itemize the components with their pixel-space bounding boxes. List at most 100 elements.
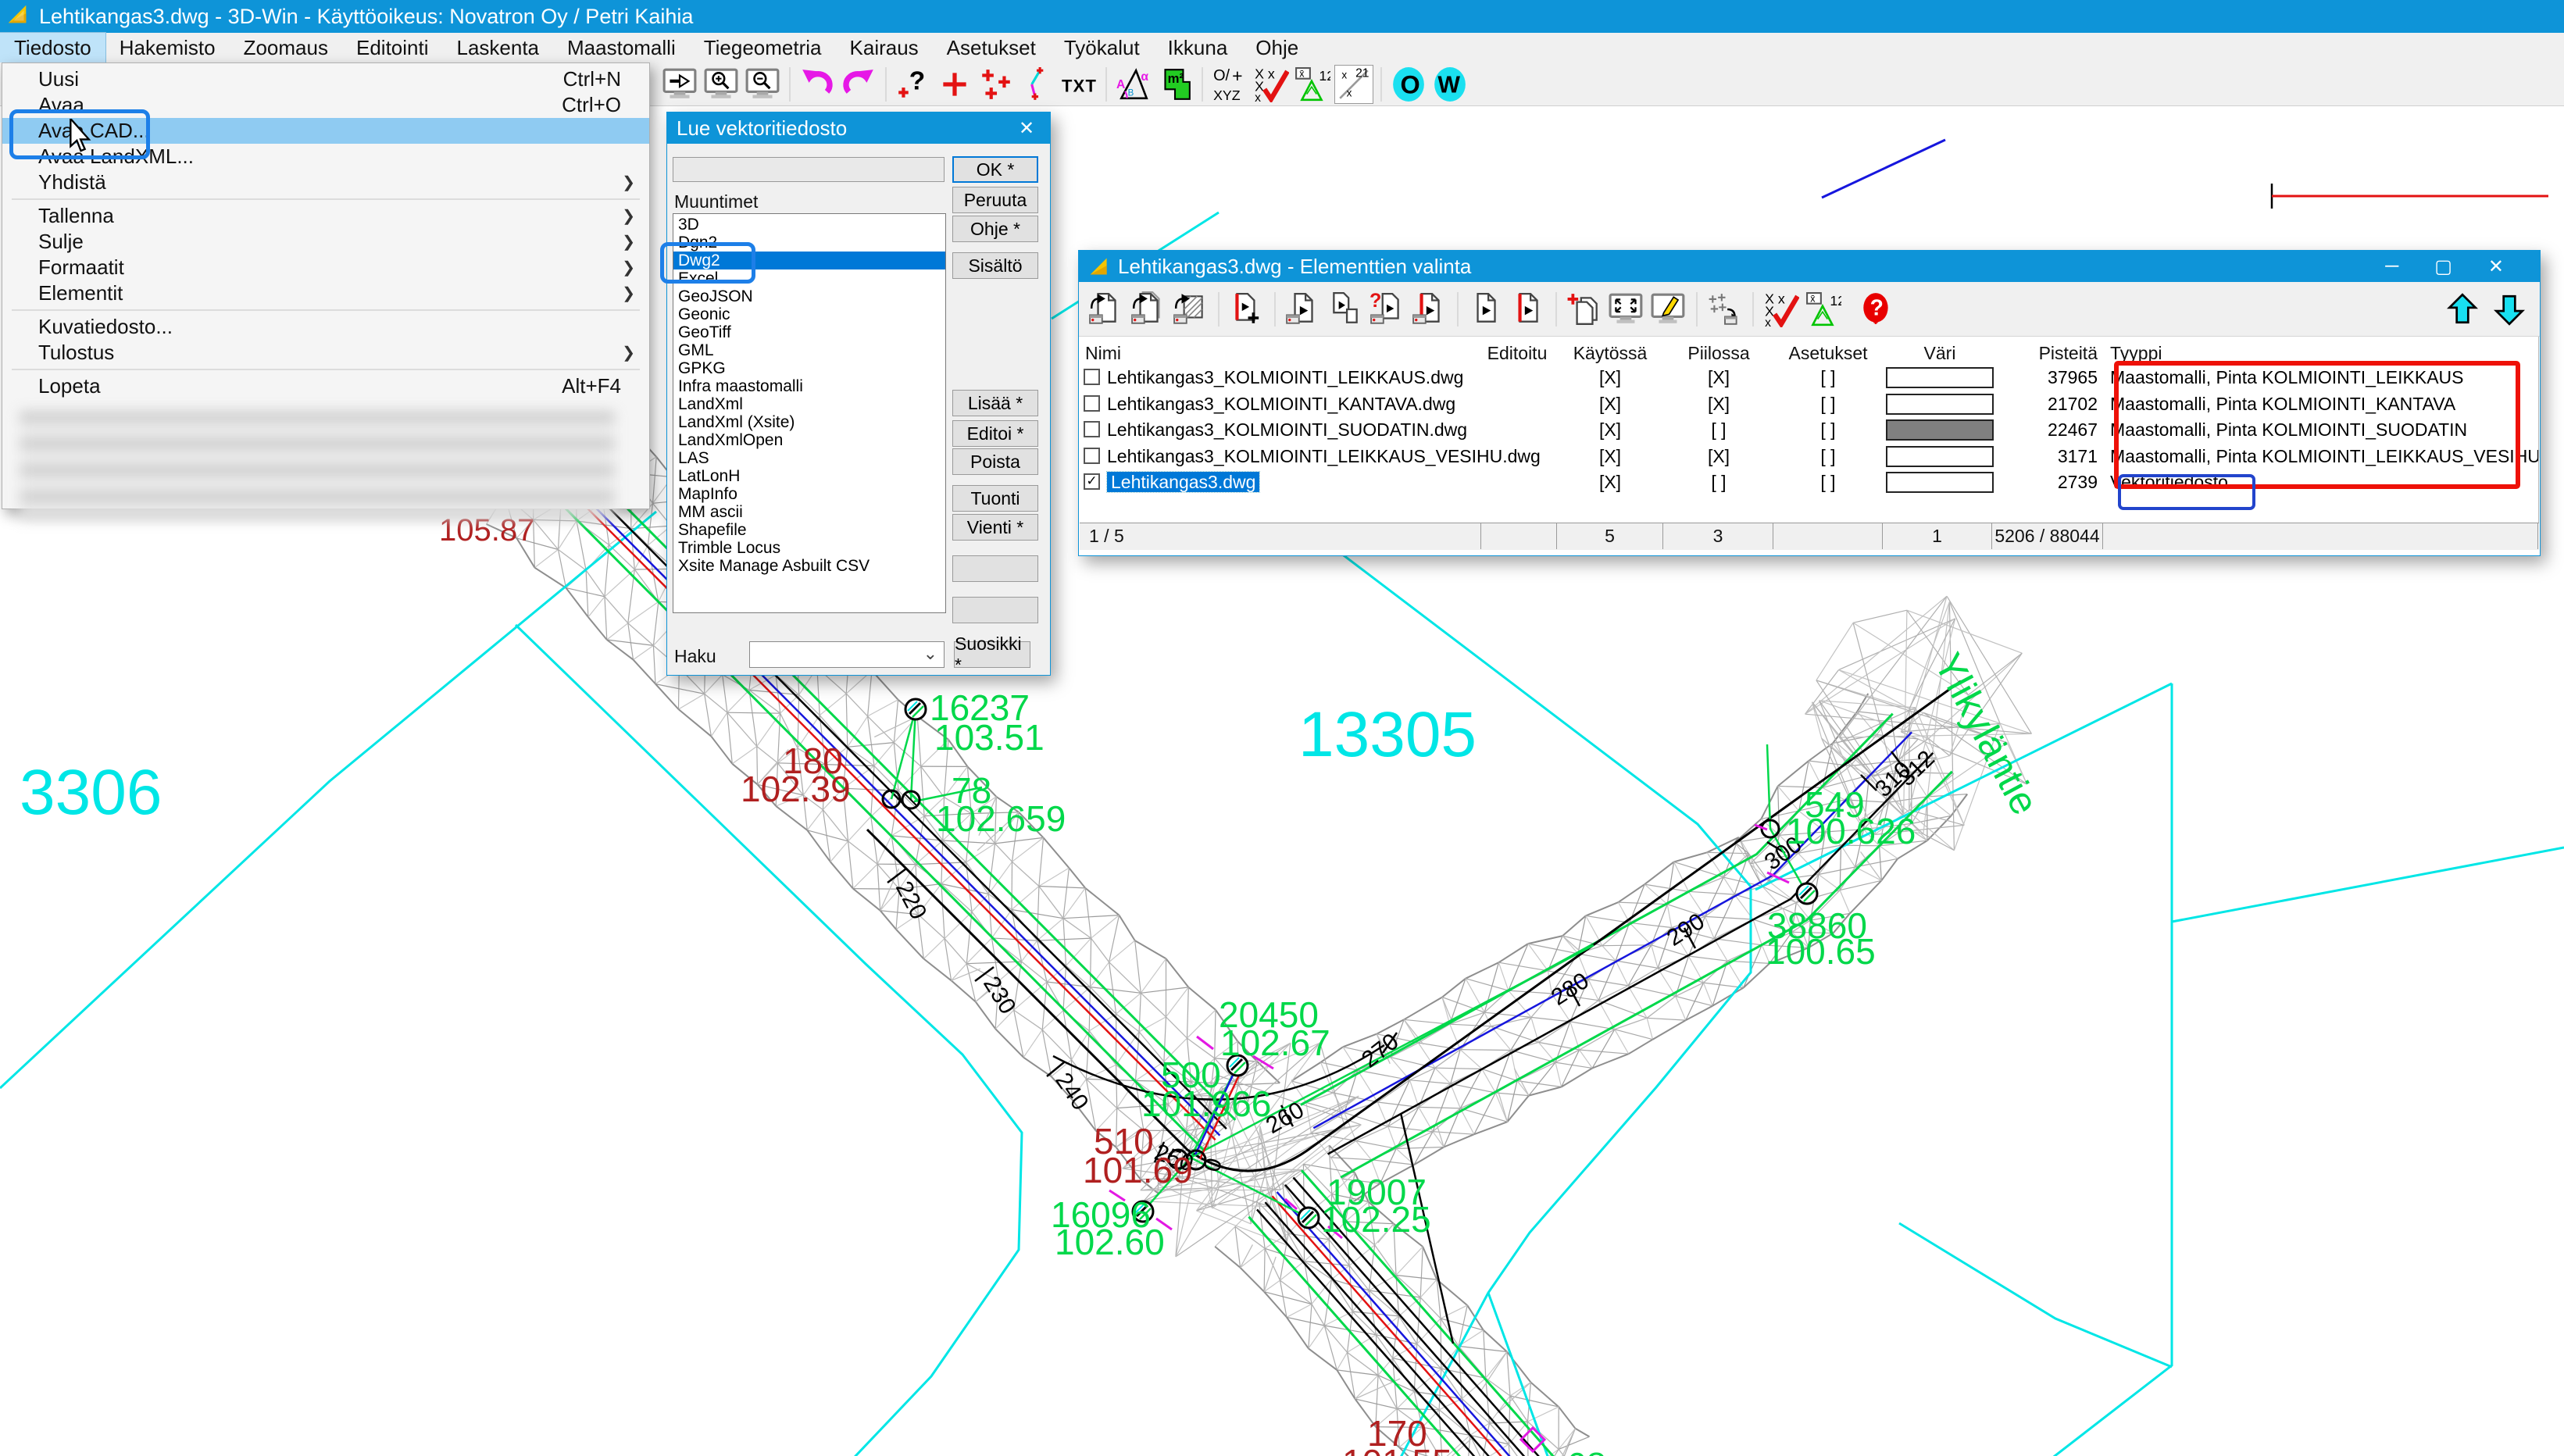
converter-item-latlonh[interactable]: LatLonH bbox=[673, 467, 945, 485]
file-menu-item-kuvatiedosto-[interactable]: Kuvatiedosto... bbox=[2, 314, 649, 340]
file-menu-item-avaa-landxml-[interactable]: Avaa LandXML... bbox=[2, 144, 649, 170]
zoom-out-icon[interactable] bbox=[743, 65, 782, 104]
converter-item-landxml-xsite-[interactable]: LandXml (Xsite) bbox=[673, 413, 945, 431]
open-element-dir-icon[interactable] bbox=[1129, 290, 1168, 329]
menu-ohje[interactable]: Ohje bbox=[1241, 33, 1312, 62]
column-header-editoitu[interactable]: Editoitu bbox=[1465, 343, 1569, 363]
menu-hakemisto[interactable]: Hakemisto bbox=[105, 33, 230, 62]
close-icon[interactable]: ✕ bbox=[1003, 112, 1050, 144]
add-elements-icon[interactable] bbox=[1565, 290, 1604, 329]
converter-item-dgn2[interactable]: Dgn2 bbox=[673, 234, 945, 252]
point-check-icon[interactable]: X xXx bbox=[1252, 65, 1291, 104]
converter-item-mapinfo[interactable]: MapInfo bbox=[673, 485, 945, 503]
minimize-icon[interactable]: ─ bbox=[2385, 255, 2398, 277]
triangle-model-icon[interactable]: x̄12 bbox=[1293, 65, 1332, 104]
file-menu-item-uusi[interactable]: UusiCtrl+N bbox=[2, 66, 649, 92]
redo-icon[interactable] bbox=[839, 65, 878, 104]
menu-ikkuna[interactable]: Ikkuna bbox=[1154, 33, 1242, 62]
unlabeled-button-blank-1[interactable] bbox=[952, 555, 1038, 582]
menu-asetukset[interactable]: Asetukset bbox=[933, 33, 1050, 62]
help-icon[interactable]: ? bbox=[1857, 290, 1896, 329]
file-menu-item-lopeta[interactable]: LopetaAlt+F4 bbox=[2, 373, 649, 399]
zoom-window-icon[interactable] bbox=[702, 65, 741, 104]
content-button[interactable]: Sisältö bbox=[952, 252, 1038, 279]
move-up-icon[interactable] bbox=[2443, 290, 2482, 329]
cross-section-icon[interactable]: x21x bbox=[1334, 65, 1373, 104]
column-header-pisteitä[interactable]: Pisteitä bbox=[1977, 343, 2098, 363]
copy-element-icon[interactable] bbox=[1466, 290, 1505, 329]
table-row[interactable]: Lehtikangas3_KOLMIOINTI_LEIKKAUS.dwg[X][… bbox=[1079, 365, 2538, 391]
file-menu-item-sulje[interactable]: Sulje❯ bbox=[2, 229, 649, 255]
menu-työkalut[interactable]: Työkalut bbox=[1050, 33, 1154, 62]
triangle-model-icon[interactable]: x̄12 bbox=[1804, 290, 1843, 329]
converter-item-xsite-manage-asbuilt-csv[interactable]: Xsite Manage Asbuilt CSV bbox=[673, 557, 945, 575]
column-header-nimi[interactable]: Nimi bbox=[1085, 343, 1398, 363]
snap-w-icon[interactable]: W bbox=[1430, 65, 1469, 104]
menu-zoomaus[interactable]: Zoomaus bbox=[230, 33, 342, 62]
angle-calculation-icon[interactable]: AαB bbox=[1114, 65, 1153, 104]
row-checkbox[interactable] bbox=[1084, 395, 1100, 412]
add-button[interactable]: Lisää * bbox=[952, 390, 1038, 416]
remove-button[interactable]: Poista bbox=[952, 448, 1038, 475]
file-menu-item-avaa-cad-[interactable]: Avaa CAD... bbox=[2, 118, 649, 144]
edit-button[interactable]: Editoi * bbox=[952, 420, 1038, 447]
unlabeled-button-blank-2[interactable] bbox=[952, 597, 1038, 623]
points-transfer-icon[interactable] bbox=[1705, 290, 1744, 329]
zoom-previous-icon[interactable] bbox=[660, 65, 699, 104]
add-point-icon[interactable] bbox=[935, 65, 974, 104]
favorite-button[interactable]: Suosikki * bbox=[954, 641, 1030, 668]
converter-item-infra-maastomalli[interactable]: Infra maastomalli bbox=[673, 377, 945, 395]
table-row[interactable]: Lehtikangas3_KOLMIOINTI_LEIKKAUS_VESIHU.… bbox=[1079, 444, 2538, 469]
converter-item-las[interactable]: LAS bbox=[673, 449, 945, 467]
point-check-icon[interactable]: X xXx bbox=[1762, 290, 1801, 329]
draw-line-icon[interactable] bbox=[1018, 65, 1057, 104]
point-info-icon[interactable]: ? bbox=[894, 65, 933, 104]
save-query-icon[interactable]: ? bbox=[1368, 290, 1407, 329]
menu-maastomalli[interactable]: Maastomalli bbox=[553, 33, 690, 62]
help-button[interactable]: Ohje * bbox=[952, 216, 1038, 242]
filename-field[interactable] bbox=[673, 157, 945, 182]
column-header-väri[interactable]: Väri bbox=[1887, 343, 1992, 363]
converter-item-geotiff[interactable]: GeoTiff bbox=[673, 323, 945, 341]
undo-icon[interactable] bbox=[798, 65, 837, 104]
file-menu-item-tulostus[interactable]: Tulostus❯ bbox=[2, 340, 649, 366]
element-name[interactable]: Lehtikangas3.dwg bbox=[1107, 469, 1259, 495]
snap-o-icon[interactable]: O bbox=[1389, 65, 1428, 104]
close-icon[interactable]: ✕ bbox=[2488, 255, 2504, 278]
converter-item-landxmlopen[interactable]: LandXmlOpen bbox=[673, 431, 945, 449]
table-row[interactable]: ✓Lehtikangas3.dwg[X][ ][ ]2739Vektoritie… bbox=[1079, 469, 2538, 495]
menu-tiedosto[interactable]: Tiedosto bbox=[0, 33, 105, 62]
menu-kairaus[interactable]: Kairaus bbox=[836, 33, 933, 62]
table-row[interactable]: Lehtikangas3_KOLMIOINTI_KANTAVA.dwg[X][X… bbox=[1079, 391, 2538, 417]
converter-item-excel[interactable]: Excel bbox=[673, 269, 945, 287]
converter-item-trimble-locus[interactable]: Trimble Locus bbox=[673, 539, 945, 557]
save-active-icon[interactable] bbox=[1410, 290, 1449, 329]
converter-item-gml[interactable]: GML bbox=[673, 341, 945, 359]
element-name[interactable]: Lehtikangas3_KOLMIOINTI_SUODATIN.dwg bbox=[1107, 417, 1467, 443]
converter-item-dwg2[interactable]: Dwg2 bbox=[673, 252, 945, 269]
converter-item-3d[interactable]: 3D bbox=[673, 216, 945, 234]
import-button[interactable]: Tuonti bbox=[952, 485, 1038, 512]
converter-item-gpkg[interactable]: GPKG bbox=[673, 359, 945, 377]
save-as-icon[interactable] bbox=[1326, 290, 1365, 329]
converter-list[interactable]: 3DDgn2Dwg2ExcelGeoJSONGeonicGeoTiffGMLGP… bbox=[673, 213, 946, 613]
chevron-down-icon[interactable]: ⌄ bbox=[923, 644, 937, 664]
row-checkbox[interactable] bbox=[1084, 369, 1100, 385]
move-down-icon[interactable] bbox=[2490, 290, 2529, 329]
file-menu-item-elementit[interactable]: Elementit❯ bbox=[2, 280, 649, 306]
converter-item-geojson[interactable]: GeoJSON bbox=[673, 287, 945, 305]
column-header-piilossa[interactable]: Piilossa bbox=[1666, 343, 1771, 363]
converter-item-geonic[interactable]: Geonic bbox=[673, 305, 945, 323]
column-header-tyyppi[interactable]: Tyyppi bbox=[2110, 343, 2516, 363]
menu-editointi[interactable]: Editointi bbox=[342, 33, 443, 62]
file-menu-item-formaatit[interactable]: Formaatit❯ bbox=[2, 255, 649, 280]
row-checkbox[interactable] bbox=[1084, 421, 1100, 437]
copy-active-icon[interactable] bbox=[1509, 290, 1548, 329]
new-element-icon[interactable] bbox=[1227, 290, 1266, 329]
add-points-icon[interactable] bbox=[977, 65, 1016, 104]
row-checkbox[interactable] bbox=[1084, 448, 1100, 464]
file-menu-item-tallenna[interactable]: Tallenna❯ bbox=[2, 203, 649, 229]
ok-button[interactable]: OK * bbox=[952, 156, 1038, 183]
cancel-button[interactable]: Peruuta bbox=[952, 187, 1038, 213]
column-header-asetukset[interactable]: Asetukset bbox=[1776, 343, 1880, 363]
